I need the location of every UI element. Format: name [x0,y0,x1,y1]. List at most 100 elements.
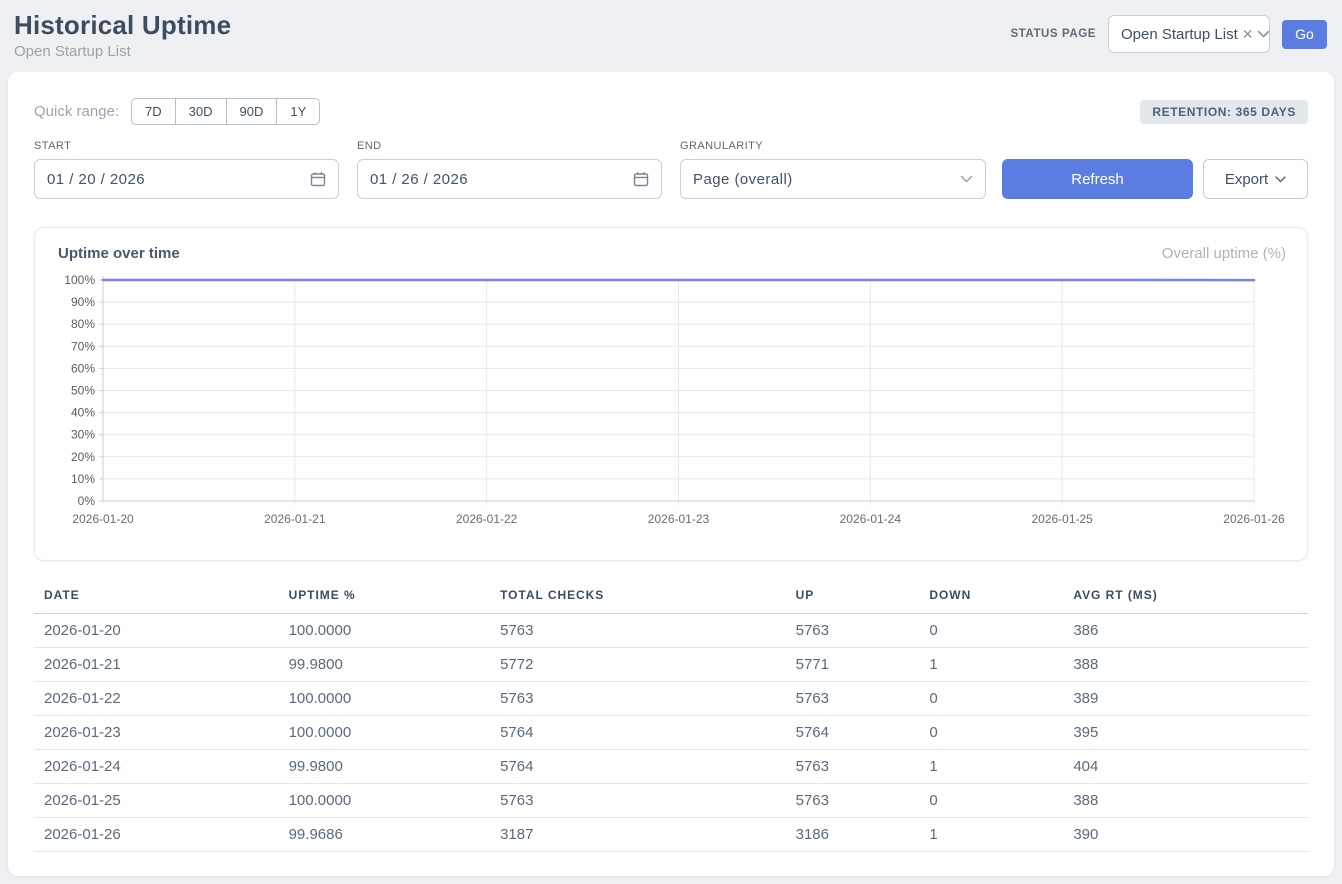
table-cell: 395 [1063,716,1308,750]
svg-text:70%: 70% [71,339,95,353]
chart-plot-area: 0%10%20%30%40%50%60%70%80%90%100%2026-01… [35,268,1307,531]
table-row: 2026-01-2199.9800577257711388 [34,648,1308,682]
table-cell: 100.0000 [279,682,490,716]
table-cell: 99.9800 [279,750,490,784]
uptime-line-chart: 0%10%20%30%40%50%60%70%80%90%100%2026-01… [36,268,1306,526]
table-cell: 3187 [490,818,786,852]
table-row: 2026-01-25100.0000576357630388 [34,784,1308,818]
start-date-value: 01 / 20 / 2026 [47,171,310,188]
column-header: AVG RT (MS) [1063,582,1308,614]
svg-text:80%: 80% [71,317,95,331]
chart-header: Uptime over time Overall uptime (%) [35,228,1307,268]
table-cell: 0 [919,682,1063,716]
chart-title: Uptime over time [58,245,180,262]
granularity-field: GRANULARITY Page (overall) [680,140,986,199]
table-cell: 100.0000 [279,784,490,818]
retention-badge: RETENTION: 365 DAYS [1140,100,1308,124]
granularity-selected-value: Page (overall) [693,171,960,188]
svg-text:0%: 0% [78,494,96,508]
table-cell: 404 [1063,750,1308,784]
table-cell: 0 [919,614,1063,648]
end-date-field: END 01 / 26 / 2026 [357,140,662,199]
table-cell: 100.0000 [279,716,490,750]
end-date-value: 01 / 26 / 2026 [370,171,633,188]
svg-text:2026-01-25: 2026-01-25 [1031,512,1093,526]
chevron-down-icon [960,175,973,183]
table-cell: 0 [919,716,1063,750]
table-cell: 100.0000 [279,614,490,648]
quick-range-button-1y[interactable]: 1Y [276,98,320,125]
column-header: DOWN [919,582,1063,614]
go-button[interactable]: Go [1282,20,1327,49]
header-controls: STATUS PAGE Open Startup List ✕ Go [1010,15,1327,53]
table-cell: 5772 [490,648,786,682]
start-date-label: START [34,140,339,152]
column-header: DATE [34,582,279,614]
table-cell: 389 [1063,682,1308,716]
chevron-down-icon [1275,176,1286,183]
calendar-icon[interactable] [633,171,649,187]
table-cell: 1 [919,750,1063,784]
table-cell: 2026-01-26 [34,818,279,852]
quick-range-button-7d[interactable]: 7D [131,98,176,125]
table-cell: 1 [919,818,1063,852]
table-cell: 5763 [490,784,786,818]
table-cell: 2026-01-23 [34,716,279,750]
export-button-label: Export [1225,171,1268,188]
end-date-label: END [357,140,662,152]
table-row: 2026-01-22100.0000576357630389 [34,682,1308,716]
calendar-icon[interactable] [310,171,326,187]
svg-text:40%: 40% [71,406,95,420]
filter-controls-row: START 01 / 20 / 2026 END 01 / 26 / 2026 … [8,125,1334,199]
table-cell: 2026-01-24 [34,750,279,784]
table-cell: 99.9800 [279,648,490,682]
svg-text:20%: 20% [71,450,95,464]
svg-text:2026-01-26: 2026-01-26 [1223,512,1285,526]
svg-text:2026-01-24: 2026-01-24 [840,512,902,526]
quick-range-button-group: 7D30D90D1Y [131,98,320,125]
table-cell: 5771 [786,648,920,682]
table-cell: 386 [1063,614,1308,648]
refresh-button[interactable]: Refresh [1002,159,1193,199]
table-cell: 2026-01-22 [34,682,279,716]
table-cell: 5764 [490,716,786,750]
column-header: UP [786,582,920,614]
daily-uptime-table: DATEUPTIME %TOTAL CHECKSUPDOWNAVG RT (MS… [34,582,1308,852]
daily-uptime-table-wrap: DATEUPTIME %TOTAL CHECKSUPDOWNAVG RT (MS… [8,561,1334,852]
chart-legend: Overall uptime (%) [1162,245,1286,262]
start-date-field: START 01 / 20 / 2026 [34,140,339,199]
end-date-input[interactable]: 01 / 26 / 2026 [357,159,662,199]
table-cell: 5763 [490,614,786,648]
clear-selection-icon[interactable]: ✕ [1241,26,1255,42]
quick-range-button-90d[interactable]: 90D [226,98,278,125]
export-button[interactable]: Export [1203,159,1308,199]
table-cell: 3186 [786,818,920,852]
quick-range-button-30d[interactable]: 30D [175,98,227,125]
status-page-label: STATUS PAGE [1010,28,1096,40]
main-panel: Quick range: 7D30D90D1Y RETENTION: 365 D… [8,72,1334,876]
table-cell: 5763 [490,682,786,716]
svg-text:10%: 10% [71,472,95,486]
table-cell: 388 [1063,648,1308,682]
table-cell: 5763 [786,784,920,818]
table-cell: 390 [1063,818,1308,852]
svg-text:2026-01-21: 2026-01-21 [264,512,326,526]
start-date-input[interactable]: 01 / 20 / 2026 [34,159,339,199]
status-page-select[interactable]: Open Startup List ✕ [1108,15,1270,53]
table-cell: 2026-01-25 [34,784,279,818]
granularity-select[interactable]: Page (overall) [680,159,986,199]
status-page-selected-value: Open Startup List [1121,26,1238,43]
table-body: 2026-01-20100.00005763576303862026-01-21… [34,614,1308,852]
table-cell: 0 [919,784,1063,818]
svg-text:2026-01-20: 2026-01-20 [72,512,134,526]
svg-text:2026-01-23: 2026-01-23 [648,512,710,526]
table-cell: 1 [919,648,1063,682]
table-cell: 388 [1063,784,1308,818]
table-cell: 5764 [490,750,786,784]
table-row: 2026-01-23100.0000576457640395 [34,716,1308,750]
svg-text:50%: 50% [71,384,95,398]
uptime-chart-card: Uptime over time Overall uptime (%) 0% 10… [34,227,1308,561]
table-cell: 99.9686 [279,818,490,852]
table-cell: 2026-01-20 [34,614,279,648]
table-cell: 5763 [786,614,920,648]
